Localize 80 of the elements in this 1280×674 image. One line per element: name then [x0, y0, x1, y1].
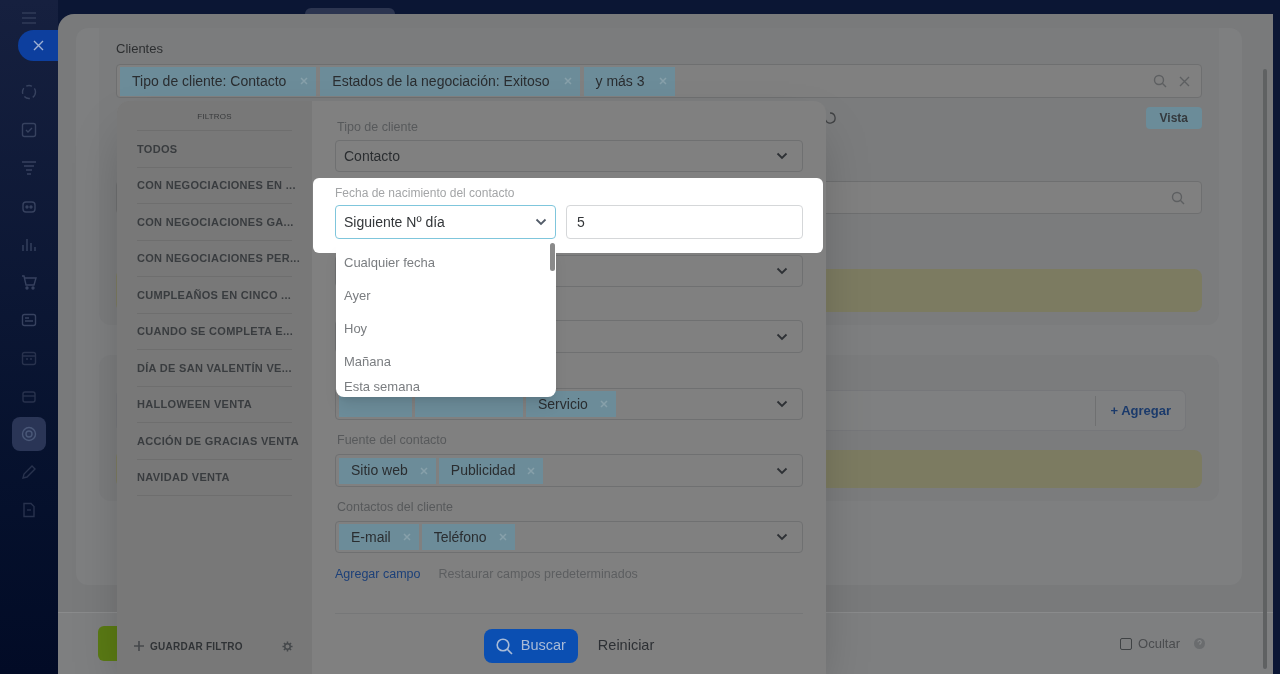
settings-icon[interactable] — [282, 640, 293, 652]
calendar-icon — [20, 349, 38, 367]
remove-icon[interactable] — [599, 400, 608, 408]
chevron-down-icon[interactable] — [776, 533, 788, 541]
close-button[interactable] — [18, 30, 58, 61]
view-button[interactable]: Vista — [1145, 107, 1202, 129]
dropdown-option[interactable]: Ayer — [336, 279, 556, 312]
search-icon — [495, 637, 513, 655]
document-icon — [20, 501, 38, 519]
checkbox-icon — [20, 121, 38, 139]
filter-preset[interactable]: ACCIÓN DE GRACIAS VENTA — [137, 432, 299, 449]
select-field[interactable]: Sitio web Publicidad — [335, 454, 803, 487]
pencil-icon — [20, 463, 38, 481]
search-field[interactable]: Tipo de cliente: Contacto Estados de la negociación: Exitoso y más 3 — [116, 64, 1202, 98]
plus-icon — [134, 641, 144, 651]
tag-label: Teléfono — [433, 527, 487, 547]
remove-icon[interactable] — [563, 77, 572, 85]
target-icon — [20, 425, 38, 443]
filter-tag[interactable]: Teléfono — [421, 524, 515, 550]
filter-preset[interactable]: CON NEGOCIACIONES PER... — [137, 250, 301, 267]
tag-label: Publicidad — [450, 461, 516, 480]
remove-icon[interactable] — [527, 466, 536, 475]
filter-preset[interactable]: DÍA DE SAN VALENTÍN VE... — [137, 359, 292, 376]
filter-preset[interactable]: CUMPLEAÑOS EN CINCO ... — [137, 286, 292, 303]
search-icon[interactable] — [1171, 190, 1185, 205]
chevron-down-icon[interactable] — [535, 218, 547, 226]
filter-preset[interactable]: NAVIDAD VENTA — [137, 469, 230, 486]
search-icon[interactable] — [1153, 74, 1167, 88]
circle-icon — [20, 83, 38, 101]
tag-label: Estados de la negociación: Exitoso — [332, 71, 550, 91]
filter-preset[interactable]: CUANDO SE COMPLETA E... — [137, 323, 294, 340]
search-button[interactable]: Buscar — [483, 629, 578, 663]
number-input[interactable]: 5 — [566, 205, 803, 239]
remove-icon[interactable] — [658, 77, 667, 85]
remove-icon[interactable] — [419, 466, 428, 475]
checkbox[interactable] — [1120, 637, 1133, 650]
filter-tag[interactable]: E-mail — [339, 524, 419, 550]
filter-tag[interactable]: Estados de la negociación: Exitoso — [320, 66, 580, 96]
help-icon[interactable] — [1194, 638, 1205, 649]
reset-button[interactable]: Reiniciar — [597, 635, 655, 657]
chevron-down-icon[interactable] — [776, 332, 788, 341]
sidebar-item[interactable] — [12, 417, 46, 451]
filter-tag[interactable]: Servicio — [526, 391, 616, 417]
card-icon — [20, 311, 38, 329]
cart-icon — [20, 273, 38, 291]
filter-preset[interactable]: CON NEGOCIACIONES GA... — [137, 213, 294, 230]
save-filter-button[interactable]: GUARDAR FILTRO — [134, 638, 243, 654]
chevron-down-icon[interactable] — [776, 466, 788, 475]
field-label: Fecha de nacimiento del contacto — [335, 185, 516, 201]
close-icon[interactable] — [33, 40, 44, 51]
spinner-icon — [824, 112, 836, 124]
remove-icon[interactable] — [498, 533, 507, 541]
filter-tag[interactable]: Publicidad — [438, 457, 544, 484]
tag-label: y más 3 — [595, 71, 645, 91]
filter-preset[interactable]: HALLOWEEN VENTA — [137, 396, 252, 413]
chevron-down-icon[interactable] — [776, 267, 788, 275]
tag-label: Sitio web — [351, 461, 408, 480]
filter-preset[interactable]: CON NEGOCIACIONES EN ... — [137, 177, 296, 194]
filter-tag[interactable]: Sitio web — [339, 457, 436, 484]
filter-tag[interactable]: y más 3 — [583, 66, 675, 96]
chevron-down-icon[interactable] — [776, 152, 788, 160]
dropdown-option[interactable]: Cualquier fecha — [336, 246, 556, 279]
remove-icon[interactable] — [402, 533, 411, 541]
scrollbar-thumb[interactable] — [550, 243, 555, 271]
select-field[interactable]: Siguiente Nº día — [335, 205, 556, 239]
dropdown-option[interactable]: Hoy — [336, 312, 556, 345]
add-field-link[interactable]: Agregar campo — [335, 564, 421, 584]
chevron-down-icon[interactable] — [776, 400, 788, 408]
select-field[interactable]: E-mail Teléfono — [335, 521, 803, 553]
remove-icon[interactable] — [300, 77, 309, 85]
dropdown-option[interactable]: Mañana — [336, 345, 556, 378]
add-button[interactable]: + Agregar — [1096, 400, 1185, 421]
tag-label: E-mail — [351, 527, 391, 547]
section-title: Clientes — [116, 41, 164, 57]
funnel-icon — [20, 159, 38, 177]
tag-label: Servicio — [538, 394, 588, 414]
filter-preset[interactable]: TODOS — [137, 140, 178, 157]
select-field[interactable]: Contacto — [335, 140, 803, 172]
filter-tag[interactable]: Tipo de cliente: Contacto — [120, 66, 317, 96]
tag-label: Tipo de cliente: Contacto — [132, 71, 287, 91]
